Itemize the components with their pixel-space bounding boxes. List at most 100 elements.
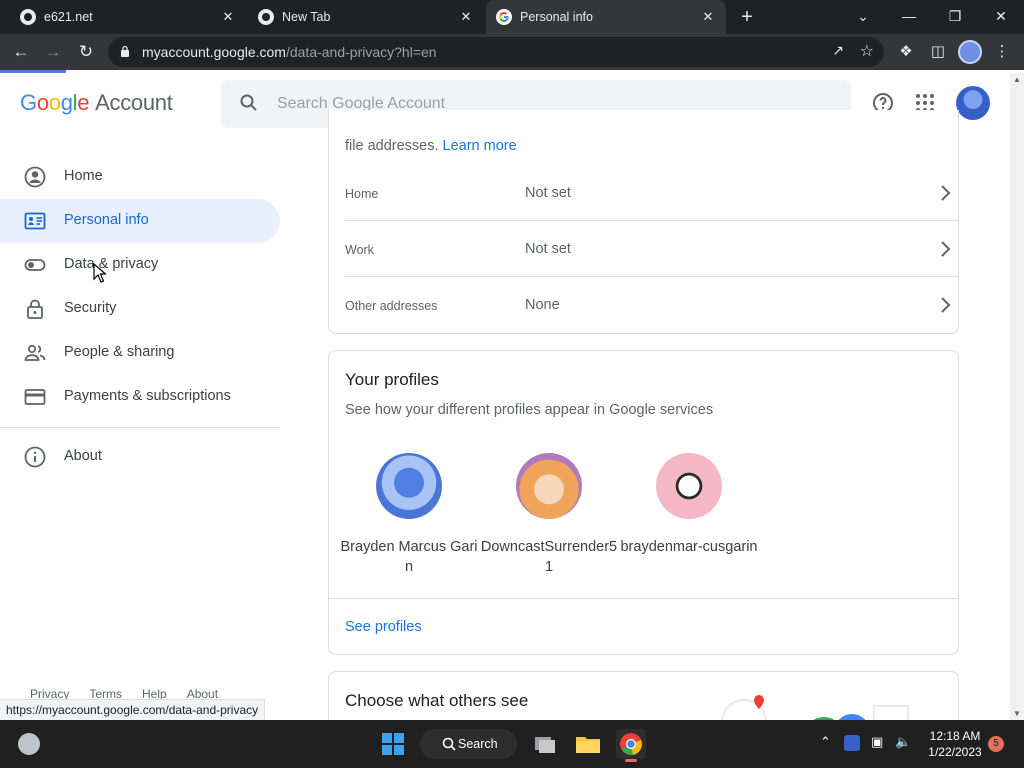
reload-icon[interactable]: ↻	[73, 39, 99, 65]
restore-button[interactable]: ❐	[932, 0, 978, 34]
sidebar-item-people-sharing[interactable]: People & sharing	[0, 331, 280, 375]
profile-name: DowncastSurrender51	[480, 539, 618, 575]
sidebar-item-personal-info[interactable]: Personal info	[0, 199, 280, 243]
taskbar-search-button[interactable]: Search	[420, 729, 517, 759]
profiles-card: Your profiles See how your different pro…	[328, 350, 959, 655]
bookmark-star-icon[interactable]: ☆	[860, 41, 874, 61]
browser-profile-avatar[interactable]	[958, 40, 982, 64]
task-view-icon[interactable]	[530, 729, 560, 759]
back-icon[interactable]: ←	[8, 39, 34, 65]
tab-title: Personal info	[520, 10, 593, 24]
clock-date: 1/22/2023	[928, 745, 982, 759]
sidebar-item-data-privacy[interactable]: Data & privacy	[0, 243, 280, 287]
url-text: myaccount.google.com/data-and-privacy?hl…	[142, 44, 437, 60]
sidebar-item-label: Home	[64, 168, 103, 184]
tab-close-icon[interactable]: ✕	[700, 9, 716, 25]
addresses-note: file addresses. Learn more	[345, 138, 517, 154]
sidebar-item-label: About	[64, 448, 102, 464]
sidebar-item-label: Personal info	[64, 212, 149, 228]
sidebar-item-label: Data & privacy	[64, 256, 159, 272]
profile-avatar	[516, 453, 582, 519]
url-path: /data-and-privacy?hl=en	[285, 44, 437, 60]
windows-taskbar: Search ⌃ ▣ 🔈 12:18 AM 1/22/2023 5	[0, 720, 1024, 768]
sidebar-divider	[0, 427, 280, 428]
addresses-card: file addresses. Learn more Home Not set …	[328, 110, 959, 334]
address-bar[interactable]: myaccount.google.com/data-and-privacy?hl…	[108, 37, 884, 67]
browser-toolbar: ← → ↻ myaccount.google.com/data-and-priv…	[0, 34, 1024, 70]
see-profiles-link[interactable]: See profiles	[345, 619, 422, 635]
google-account-logo[interactable]: Google Account	[20, 90, 173, 116]
account-avatar[interactable]	[956, 86, 990, 120]
scroll-up-icon[interactable]: ▲	[1013, 75, 1021, 84]
toggle-icon	[24, 259, 46, 271]
windows-start-icon[interactable]	[382, 733, 404, 755]
address-row-other[interactable]: Other addresses None	[345, 277, 959, 333]
side-panel-icon[interactable]: ◫	[925, 39, 951, 65]
chevron-right-icon	[941, 241, 951, 257]
network-icon[interactable]: ▣	[871, 734, 883, 750]
system-clock[interactable]: 12:18 AM 1/22/2023	[918, 728, 992, 760]
tab-search-chevron-icon[interactable]: ⌄	[840, 0, 886, 34]
clock-time: 12:18 AM	[929, 729, 981, 743]
tray-app-icon[interactable]	[844, 735, 860, 751]
tab-e621[interactable]: e621.net ✕	[10, 0, 246, 34]
logo-letter: g	[60, 90, 73, 115]
search-icon	[442, 737, 456, 751]
profile-name: braydenmar-cusgarin	[620, 539, 758, 555]
share-icon[interactable]: ↗	[832, 42, 844, 59]
link-status-bubble: https://myaccount.google.com/data-and-pr…	[0, 699, 266, 721]
profile-item[interactable]: braydenmar-cusgarin	[619, 453, 759, 557]
sidebar-item-security[interactable]: Security	[0, 287, 280, 331]
logo-letter: o	[36, 90, 49, 115]
close-window-button[interactable]: ✕	[978, 0, 1024, 34]
address-row-home[interactable]: Home Not set	[345, 165, 959, 221]
new-tab-button[interactable]: +	[734, 4, 760, 30]
browser-tab-strip: e621.net ✕ New Tab ✕ Personal info ✕ + ⌄…	[0, 0, 1024, 34]
sidebar-item-label: People & sharing	[64, 344, 175, 360]
credit-card-icon	[24, 389, 46, 405]
menu-kebab-icon[interactable]: ⋮	[989, 39, 1015, 65]
chevron-up-icon[interactable]: ⌃	[820, 734, 831, 750]
taskbar-search-label: Search	[458, 737, 498, 751]
profiles-title: Your profiles	[345, 370, 439, 389]
address-label: Work	[345, 243, 374, 257]
tab-new-tab[interactable]: New Tab ✕	[248, 0, 484, 34]
volume-icon[interactable]: 🔈	[895, 734, 911, 750]
chevron-right-icon	[941, 185, 951, 201]
profile-item[interactable]: DowncastSurrender51	[479, 453, 619, 577]
active-app-indicator	[625, 759, 637, 762]
scroll-down-icon[interactable]: ▼	[1013, 709, 1021, 718]
address-label: Other addresses	[345, 299, 438, 313]
illustration	[721, 695, 909, 722]
page-scrollbar[interactable]: ▲ ▼	[1010, 73, 1024, 720]
sidebar-item-payments[interactable]: Payments & subscriptions	[0, 375, 280, 419]
chrome-taskbar-icon[interactable]	[616, 729, 646, 762]
forward-icon[interactable]: →	[40, 39, 66, 65]
address-value: Not set	[525, 185, 571, 201]
google-g-icon	[496, 9, 512, 25]
logo-letter: G	[20, 90, 37, 115]
others-see-title: Choose what others see	[345, 691, 529, 710]
tab-personal-info[interactable]: Personal info ✕	[486, 0, 726, 34]
sidebar-item-label: Security	[64, 300, 117, 316]
learn-more-link[interactable]: Learn more	[443, 138, 517, 154]
notification-badge[interactable]: 5	[988, 736, 1004, 752]
tab-close-icon[interactable]: ✕	[458, 9, 474, 25]
extensions-puzzle-icon[interactable]: ❖	[893, 39, 919, 65]
weather-widget-icon[interactable]	[18, 733, 40, 755]
tab-close-icon[interactable]: ✕	[220, 9, 236, 25]
file-explorer-icon[interactable]	[573, 729, 603, 759]
lock-icon	[27, 299, 43, 319]
logo-account-word: Account	[95, 90, 173, 115]
lock-icon	[121, 45, 129, 57]
address-row-work[interactable]: Work Not set	[345, 221, 959, 277]
profiles-subtitle: See how your different profiles appear i…	[345, 402, 714, 418]
profile-name: Brayden Marcus Garin	[340, 539, 478, 575]
sidebar-item-about[interactable]: About	[0, 435, 280, 479]
url-host: myaccount.google.com	[142, 44, 286, 60]
mouse-cursor-icon	[93, 263, 106, 283]
minimize-button[interactable]: —	[886, 0, 932, 34]
profile-item[interactable]: Brayden Marcus Garin	[339, 453, 479, 577]
sidebar-item-home[interactable]: Home	[0, 155, 280, 199]
id-card-icon	[24, 212, 46, 230]
